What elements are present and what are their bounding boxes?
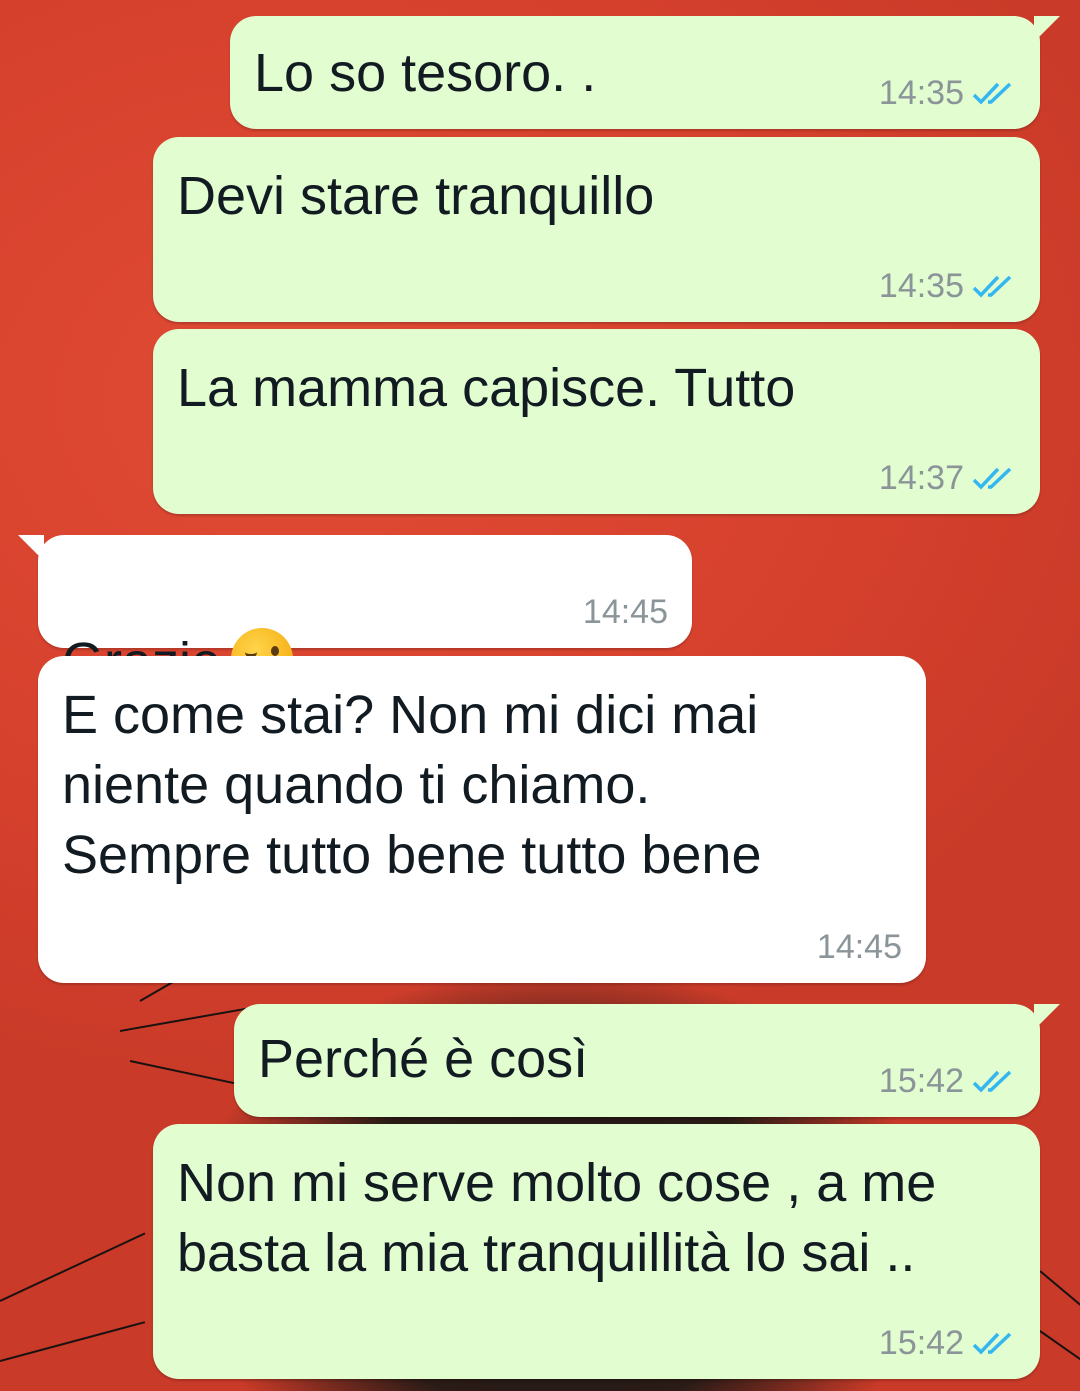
- message-text: Lo so tesoro. .: [254, 43, 597, 103]
- message-time: 15:42: [878, 1062, 964, 1100]
- double-check-read-icon: [972, 275, 1012, 298]
- bubble-tail: [1034, 16, 1060, 42]
- message-time: 14:35: [878, 267, 964, 305]
- wallpaper-stroke: [1039, 1270, 1080, 1311]
- message-text: Perché è così: [258, 1029, 589, 1089]
- wallpaper-stroke: [1039, 1330, 1080, 1361]
- message-text: Devi stare tranquillo: [177, 166, 655, 226]
- message-meta: 14:45: [817, 928, 902, 967]
- message-bubble-outgoing[interactable]: Non mi serve molto cose , a me basta la …: [153, 1124, 1040, 1379]
- double-check-read-icon: [972, 1070, 1012, 1093]
- message-meta: 14:35: [879, 267, 1016, 306]
- message-time: 15:42: [878, 1324, 964, 1362]
- wallpaper-stroke: [0, 1321, 146, 1362]
- message-bubble-outgoing[interactable]: Lo so tesoro. . 14:35: [230, 16, 1060, 129]
- message-bubble-outgoing[interactable]: Devi stare tranquillo 14:35: [153, 137, 1040, 322]
- message-bubble-outgoing[interactable]: Perché è così 15:42: [234, 1004, 1060, 1117]
- wallpaper-stroke: [129, 1060, 248, 1087]
- message-text: E come stai? Non mi dici mai niente quan…: [62, 685, 762, 885]
- bubble-tail: [18, 535, 44, 561]
- double-check-read-icon: [972, 82, 1012, 105]
- message-meta: 14:37: [879, 459, 1016, 498]
- message-time: 14:37: [878, 459, 964, 497]
- message-time: 14:35: [878, 74, 964, 112]
- message-bubble-outgoing[interactable]: La mamma capisce. Tutto 14:37: [153, 329, 1040, 514]
- message-time: 14:45: [582, 593, 668, 631]
- message-bubble-incoming[interactable]: E come stai? Non mi dici mai niente quan…: [38, 656, 926, 983]
- bubble-tail: [1034, 1004, 1060, 1030]
- double-check-read-icon: [972, 1332, 1012, 1355]
- double-check-read-icon: [972, 467, 1012, 490]
- message-meta: 15:42: [879, 1062, 1016, 1101]
- message-time: 14:45: [816, 928, 902, 966]
- message-text: Non mi serve molto cose , a me basta la …: [177, 1153, 937, 1283]
- message-meta: 14:35: [879, 74, 1016, 113]
- wallpaper-stroke: [119, 1007, 249, 1032]
- wallpaper-stroke: [0, 1232, 146, 1302]
- message-bubble-incoming[interactable]: Grazie♥ 14:45: [18, 535, 692, 692]
- message-meta: 14:45: [583, 593, 668, 632]
- message-meta: 15:42: [879, 1324, 1016, 1363]
- message-text: La mamma capisce. Tutto: [177, 358, 796, 418]
